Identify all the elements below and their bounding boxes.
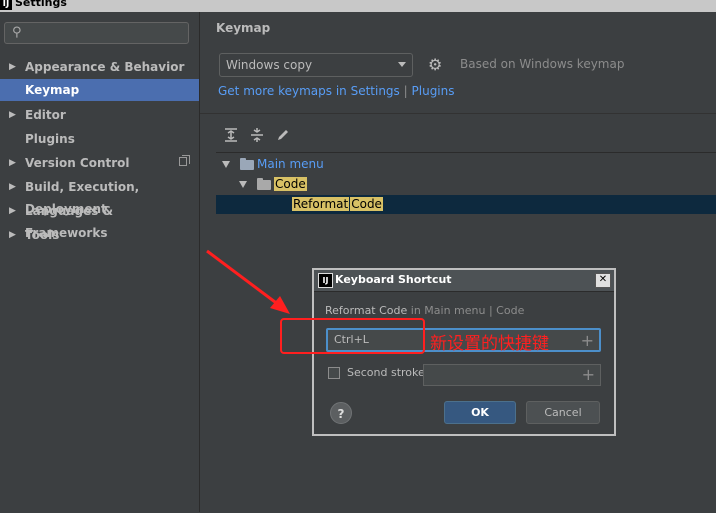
divider — [200, 113, 716, 114]
action-breadcrumb: Reformat Code in Main menu | Code — [325, 304, 525, 317]
collapse-arrow-icon[interactable] — [239, 181, 247, 188]
settings-sidebar: ⚲ ▶ Appearance & Behavior Keymap ▶ Edito… — [0, 12, 200, 512]
annotation-highlight-box — [280, 318, 425, 354]
collapse-all-icon[interactable] — [249, 127, 265, 143]
folder-icon — [240, 158, 254, 170]
cancel-button[interactable]: Cancel — [526, 401, 600, 424]
sidebar-item-editor[interactable]: ▶ Editor — [0, 104, 199, 126]
sidebar-item-version-control[interactable]: ▶ Version Control — [0, 152, 199, 174]
keymap-dropdown[interactable]: Windows copy — [219, 53, 413, 77]
get-more-keymaps-link[interactable]: Get more keymaps in Settings — [218, 84, 400, 98]
chevron-down-icon — [398, 62, 406, 67]
search-input[interactable]: ⚲ — [4, 22, 189, 44]
sidebar-item-appearance-behavior[interactable]: ▶ Appearance & Behavior — [0, 56, 199, 78]
keymap-panel: Keymap Windows copy ⚙ Based on Windows k… — [200, 12, 716, 513]
edit-pencil-icon[interactable] — [275, 127, 291, 143]
search-icon: ⚲ — [12, 25, 22, 40]
close-icon[interactable]: ✕ — [595, 273, 611, 288]
tree-row-reformat-code[interactable]: Reformat Code — [216, 195, 716, 214]
expand-arrow-icon[interactable]: ▶ — [9, 224, 16, 246]
intellij-icon: IJ — [0, 0, 12, 10]
keymap-links: Get more keymaps in Settings | Plugins — [218, 84, 455, 98]
based-on-label: Based on Windows keymap — [460, 57, 625, 71]
dialog-titlebar: IJ Keyboard Shortcut ✕ — [314, 270, 614, 292]
expand-arrow-icon[interactable]: ▶ — [9, 152, 16, 174]
expand-all-icon[interactable] — [223, 127, 239, 143]
help-button[interactable]: ? — [330, 402, 352, 424]
sidebar-item-keymap[interactable]: Keymap — [0, 79, 199, 101]
tree-row-code[interactable]: Code — [216, 175, 716, 194]
ok-button[interactable]: OK — [444, 401, 516, 424]
sidebar-item-build-execution-deployment[interactable]: ▶ Build, Execution, Deployment — [0, 176, 199, 216]
dialog-title: Keyboard Shortcut — [335, 273, 452, 286]
plus-icon[interactable]: + — [581, 331, 594, 350]
window-title: Settings — [15, 0, 67, 9]
folder-icon — [257, 178, 271, 190]
expand-arrow-icon[interactable]: ▶ — [9, 56, 16, 78]
plugins-link[interactable]: Plugins — [412, 84, 455, 98]
window-titlebar: IJ Settings — [0, 0, 716, 12]
plus-icon[interactable]: + — [582, 365, 595, 384]
expand-arrow-icon[interactable]: ▶ — [9, 104, 16, 126]
expand-arrow-icon[interactable]: ▶ — [9, 200, 16, 222]
collapse-arrow-icon[interactable] — [222, 161, 230, 168]
sidebar-item-languages-frameworks[interactable]: ▶ Languages & Frameworks — [0, 200, 199, 240]
gear-icon[interactable]: ⚙ — [428, 55, 442, 74]
annotation-text: 新设置的快捷键 — [430, 334, 549, 354]
page-title: Keymap — [216, 21, 271, 35]
second-stroke-input[interactable]: + — [423, 364, 601, 386]
tree-row-main-menu[interactable]: Main menu — [216, 155, 716, 174]
second-stroke-checkbox[interactable] — [328, 367, 340, 379]
sidebar-item-plugins[interactable]: Plugins — [0, 128, 199, 150]
sidebar-item-tools[interactable]: ▶ Tools — [0, 224, 199, 246]
intellij-icon: IJ — [318, 273, 333, 288]
copy-project-icon — [179, 155, 190, 166]
expand-arrow-icon[interactable]: ▶ — [9, 176, 16, 198]
